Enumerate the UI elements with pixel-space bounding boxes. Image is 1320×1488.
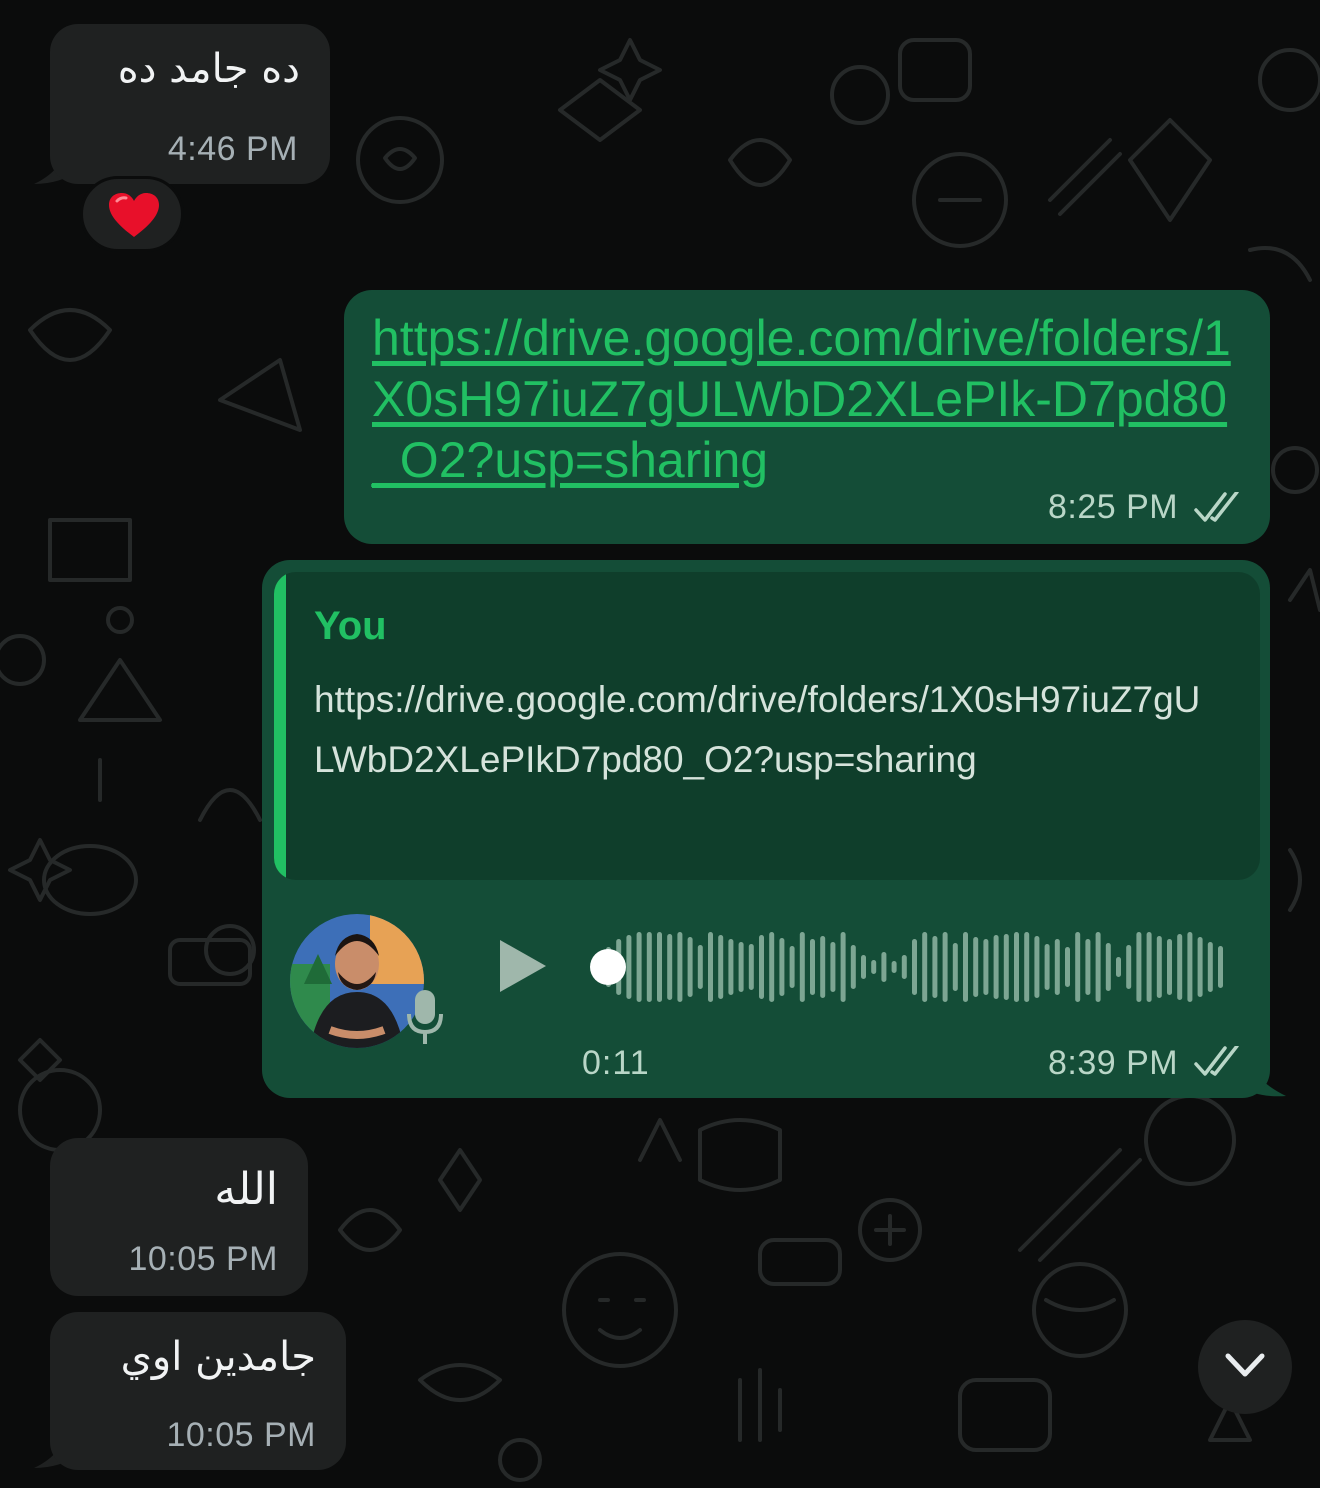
waveform-bar (1156, 936, 1162, 998)
waveform-bar (901, 955, 907, 979)
waveform-bar (667, 934, 673, 1000)
waveform-bar (810, 939, 815, 995)
waveform-bar (1003, 934, 1009, 1000)
waveform-bar (1024, 932, 1030, 1002)
waveform-bar (922, 932, 928, 1002)
chevron-down-icon (1225, 1353, 1265, 1377)
quoted-text: https://drive.google.com/drive/folders/1… (314, 679, 1201, 780)
drive-link[interactable]: https://drive.google.com/drive/folders/1… (372, 308, 1252, 491)
message-time: 10:05 PM (128, 1240, 278, 1278)
waveform-bar (626, 935, 632, 999)
message-text: جامدين اوي (120, 1334, 316, 1380)
waveform-bar (1146, 932, 1152, 1002)
waveform-bar (646, 932, 652, 1002)
message-text: الله (214, 1164, 278, 1215)
quote-accent-bar (274, 572, 286, 880)
waveform-bar (769, 932, 775, 1002)
waveform-bar (1105, 943, 1111, 991)
waveform-bar (1044, 944, 1050, 990)
waveform-bar (789, 946, 795, 988)
waveform-bar (1034, 936, 1040, 998)
message-time: 4:46 PM (167, 130, 298, 168)
double-check-icon (1194, 1046, 1239, 1076)
waveform-bar (993, 935, 999, 999)
waveform-bar (636, 932, 642, 1002)
message-text: ده جامد ده (117, 46, 300, 92)
waveform-bar (942, 932, 948, 1002)
outgoing-message[interactable]: https://drive.google.com/drive/folders/1… (344, 290, 1270, 544)
waveform-bar (799, 932, 805, 1002)
waveform-bar (1065, 947, 1070, 987)
waveform-bar (1116, 957, 1121, 977)
waveform-bar (963, 932, 968, 1002)
waveform-bar (871, 960, 877, 974)
waveform-bar (850, 945, 856, 989)
waveform-bar (1167, 939, 1172, 995)
waveform-bar (738, 942, 744, 992)
waveform-bar (697, 945, 703, 989)
waveform-bar (1136, 932, 1142, 1002)
quoted-author: You (314, 604, 387, 648)
red-heart-icon (109, 193, 159, 237)
waveform-bar (779, 938, 785, 996)
waveform-bar (1054, 939, 1060, 995)
playback-position-handle[interactable] (590, 949, 626, 985)
waveform-bar (1207, 942, 1213, 992)
waveform-bar (1095, 932, 1101, 1002)
waveform-bar (728, 939, 734, 995)
quoted-message[interactable]: You https://drive.google.com/drive/folde… (274, 572, 1260, 880)
waveform-bar (718, 935, 724, 999)
double-check-icon (1194, 492, 1239, 522)
waveform-bar (1187, 932, 1193, 1002)
profile-photo (290, 914, 424, 1048)
voice-duration: 0:11 (582, 1044, 650, 1082)
waveform-bar (912, 939, 917, 995)
waveform-bar (932, 936, 938, 998)
waveform-bar (973, 937, 979, 997)
waveform-bar (1197, 937, 1203, 997)
waveform-bar (881, 952, 887, 982)
waveform-bar (840, 932, 846, 1002)
waveform-bar (1075, 932, 1081, 1002)
waveform-bar (677, 932, 683, 1002)
scroll-to-bottom-button[interactable] (1198, 1320, 1292, 1414)
outgoing-voice-message[interactable]: You https://drive.google.com/drive/folde… (262, 560, 1270, 1098)
waveform-bar (1177, 934, 1183, 1000)
incoming-message[interactable]: جامدين اوي 10:05 PM (50, 1312, 346, 1470)
message-time: 8:39 PM (1048, 1044, 1179, 1082)
waveform-bar (687, 937, 693, 997)
waveform-bar (1126, 945, 1132, 989)
waveform-bar (748, 944, 754, 990)
waveform-bar (657, 932, 662, 1002)
waveform-bar (952, 943, 958, 991)
waveform-bar (830, 942, 836, 992)
message-time: 10:05 PM (166, 1416, 316, 1454)
voice-waveform[interactable] (588, 928, 1228, 1006)
microphone-icon (407, 990, 443, 1044)
waveform-bar (1014, 932, 1019, 1002)
incoming-message[interactable]: ده جامد ده 4:46 PM (50, 24, 330, 184)
waveform-bar (759, 935, 764, 999)
waveform-bar (708, 932, 713, 1002)
waveform-bar (820, 936, 826, 998)
reaction-badge[interactable] (80, 176, 184, 252)
waveform-bar (891, 961, 897, 973)
avatar[interactable] (290, 914, 424, 1048)
waveform-bar (1085, 939, 1091, 995)
play-icon[interactable] (498, 938, 548, 994)
incoming-message[interactable]: الله 10:05 PM (50, 1138, 308, 1296)
waveform-bar (983, 939, 989, 995)
waveform-bar (861, 955, 866, 979)
waveform-bar (1218, 946, 1223, 988)
message-time: 8:25 PM (1048, 488, 1179, 526)
